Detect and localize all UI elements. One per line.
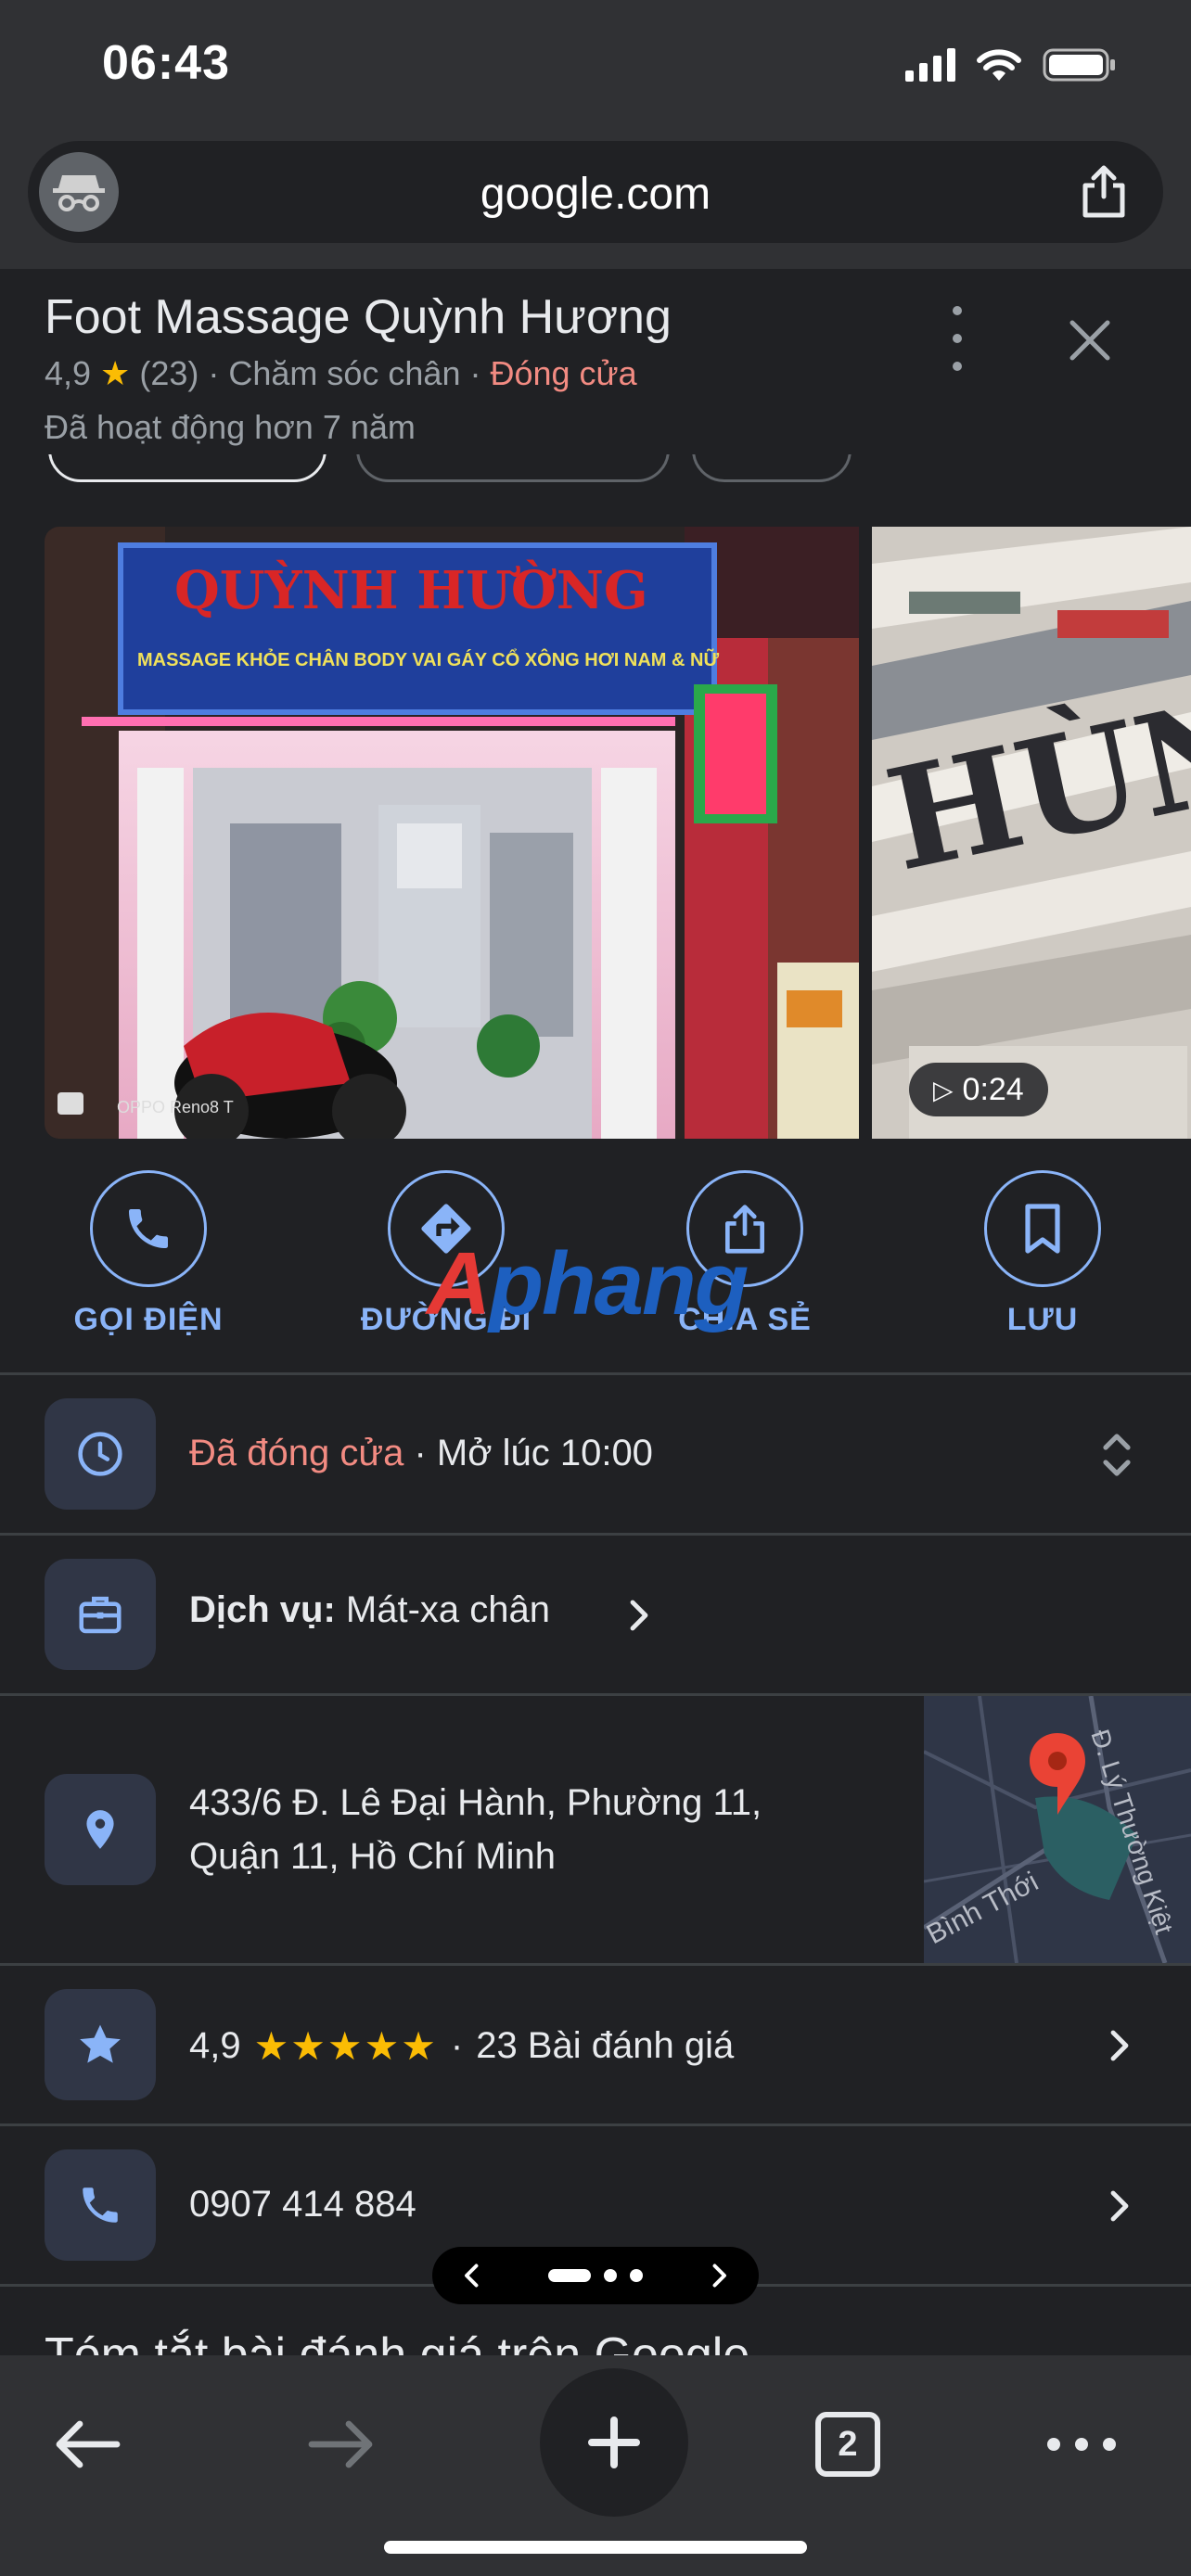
chevron-right-icon[interactable] [705, 2262, 733, 2289]
share-icon[interactable] [1076, 163, 1132, 219]
watermark-part1: A [427, 1234, 491, 1333]
tab-switcher-button[interactable]: 2 [792, 2389, 903, 2500]
chevron-right-icon[interactable] [620, 1597, 657, 1634]
chevron-left-icon[interactable] [458, 2262, 486, 2289]
video-duration: 0:24 [962, 1071, 1024, 1107]
arrow-right-icon[interactable] [304, 2417, 378, 2472]
hours-separator: · [403, 1433, 437, 1473]
video-duration-badge: ▷ 0:24 [909, 1063, 1048, 1116]
forward-button[interactable] [286, 2389, 397, 2500]
tab-chip-about[interactable] [692, 454, 852, 482]
wifi-icon [977, 49, 1021, 81]
chevron-right-icon[interactable] [1100, 2187, 1137, 2225]
services-label: Dịch vụ: [189, 1589, 336, 1630]
tab-chip-reviews[interactable] [356, 454, 670, 482]
reviews-separator: · [450, 2025, 464, 2066]
briefcase-icon [45, 1559, 156, 1670]
url-text[interactable]: google.com [28, 169, 1163, 220]
clock-icon [45, 1398, 156, 1510]
page-dots [548, 2269, 643, 2282]
site-watermark: Aphang [427, 1233, 749, 1335]
services-row[interactable]: Dịch vụ: Mát-xa chân [0, 1536, 1191, 1693]
reviews-count: 23 Bài đánh giá [476, 2025, 735, 2066]
star-icon: ★ [100, 354, 131, 392]
video-thumbnail[interactable]: HÙN ▷ 0:24 [872, 527, 1191, 1139]
hours-text: Đã đóng cửa · Mở lúc 10:00 [189, 1433, 653, 1474]
phone-icon[interactable] [90, 1170, 207, 1287]
more-options-icon[interactable] [935, 306, 980, 371]
close-icon[interactable] [1057, 308, 1122, 373]
place-rating: 4,9 [45, 354, 92, 392]
place-review-count: (23) [139, 354, 199, 392]
play-icon: ▷ [933, 1075, 954, 1104]
rating-stars: ★★★★★ [253, 2024, 438, 2068]
services-text: Dịch vụ: Mát-xa chân [189, 1589, 550, 1631]
tab-chip-row [0, 454, 1191, 491]
star-icon [45, 1989, 156, 2100]
map-thumbnail[interactable]: Bình Thới Đ. Lý Thường Kiệt [924, 1696, 1191, 1963]
tab-chip-overview[interactable] [48, 454, 327, 482]
meta-separator: · [208, 354, 220, 392]
phone-number: 0907 414 884 [189, 2184, 416, 2225]
services-value: Mát-xa chân [345, 1589, 551, 1630]
place-since: Đã hoạt động hơn 7 năm [45, 408, 416, 446]
tab-count[interactable]: 2 [815, 2412, 880, 2477]
menu-button[interactable] [1026, 2389, 1137, 2500]
page-indicator[interactable] [432, 2247, 759, 2304]
location-pin-icon [45, 1774, 156, 1885]
expand-icon[interactable] [1096, 1431, 1137, 1479]
more-horizontal-icon[interactable] [1044, 2435, 1119, 2454]
sign-title: QUỲNH HƯỜNG [174, 559, 648, 621]
address-bar[interactable]: google.com [28, 141, 1163, 243]
place-title: Foot Massage Quỳnh Hương [45, 290, 672, 344]
status-bar: 06:43 [0, 0, 1191, 130]
home-indicator [384, 2541, 807, 2554]
hours-status: Đã đóng cửa [189, 1433, 404, 1473]
hours-row[interactable]: Đã đóng cửa · Mở lúc 10:00 [0, 1375, 1191, 1533]
bookmark-icon[interactable] [984, 1170, 1101, 1287]
plus-icon[interactable] [584, 2413, 644, 2472]
reviews-text: 4,9 ★★★★★ · 23 Bài đánh giá [189, 2023, 734, 2069]
save-label: LƯU [1006, 1302, 1079, 1337]
call-button[interactable]: GỌI ĐIỆN [37, 1170, 260, 1338]
sign-subtitle: MASSAGE KHỎE CHÂN BODY VAI GÁY CỔ XÔNG H… [137, 648, 719, 670]
arrow-left-icon[interactable] [50, 2417, 124, 2472]
browser-address-area: google.com [0, 130, 1191, 269]
meta-separator: · [469, 354, 481, 392]
status-icons [905, 46, 1117, 83]
open-state: Đóng cửa [490, 354, 637, 392]
address-line1: 433/6 Đ. Lê Đại Hành, Phường 11, [189, 1782, 762, 1823]
new-tab-button[interactable] [540, 2368, 688, 2517]
reviews-rating: 4,9 [189, 2025, 241, 2066]
place-meta: 4,9 ★ (23) · Chăm sóc chân · Đóng cửa [45, 354, 637, 393]
back-button[interactable] [32, 2389, 143, 2500]
place-category: Chăm sóc chân [228, 354, 461, 392]
camera-watermark: OPPO Reno8 T [117, 1098, 234, 1116]
hours-opens: Mở lúc 10:00 [436, 1433, 653, 1473]
address-line2: Quận 11, Hồ Chí Minh [189, 1836, 557, 1877]
call-label: GỌI ĐIỆN [73, 1302, 224, 1337]
chevron-right-icon[interactable] [1100, 2027, 1137, 2064]
storefront-photo[interactable]: QUỲNH HƯỜNG MASSAGE KHỎE CHÂN BODY VAI G… [45, 527, 859, 1139]
save-button[interactable]: LƯU [931, 1170, 1154, 1338]
status-time: 06:43 [102, 36, 230, 90]
reviews-row[interactable]: 4,9 ★★★★★ · 23 Bài đánh giá [0, 1966, 1191, 2123]
phone-icon [45, 2149, 156, 2261]
cellular-signal-icon [905, 48, 955, 82]
place-header: Foot Massage Quỳnh Hương 4,9 ★ (23) · Ch… [0, 269, 1191, 473]
watermark-part2: phang [489, 1234, 749, 1333]
battery-icon [1043, 48, 1115, 82]
address-text: 433/6 Đ. Lê Đại Hành, Phường 11, Quận 11… [189, 1776, 762, 1883]
